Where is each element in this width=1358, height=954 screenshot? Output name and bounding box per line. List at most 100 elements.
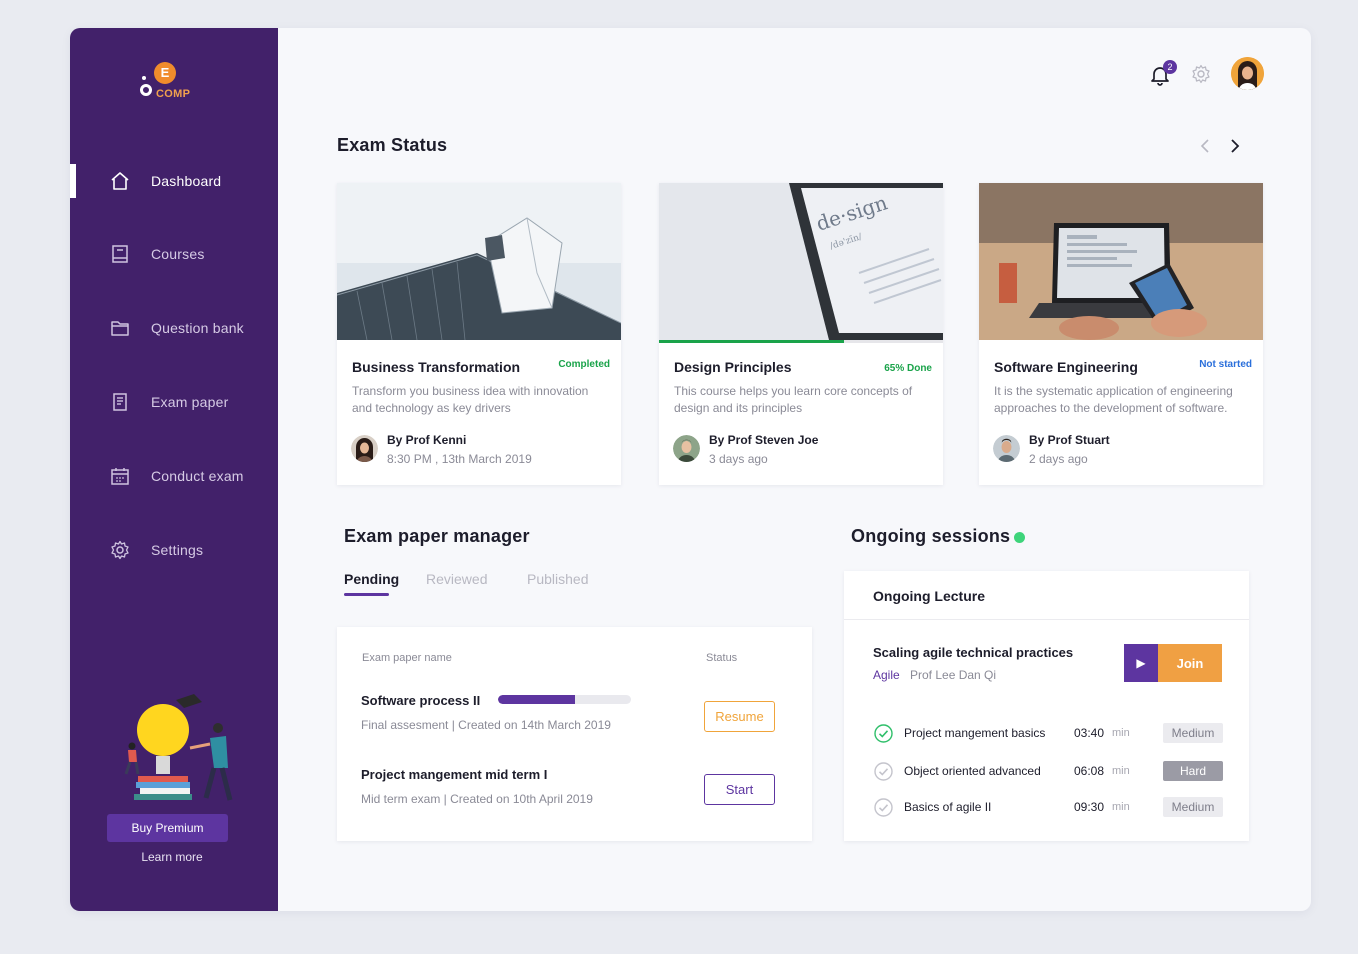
app-frame: E COMP Dashboard Courses Question bank E… bbox=[70, 28, 1311, 911]
check-circle-icon bbox=[874, 762, 893, 781]
learn-more-link[interactable]: Learn more bbox=[107, 850, 237, 864]
topic-time: 06:08 bbox=[1074, 764, 1105, 778]
folder-icon bbox=[111, 321, 129, 336]
topic-time: 03:40 bbox=[1074, 726, 1105, 740]
sidebar-item-label: Exam paper bbox=[151, 394, 229, 410]
app-logo[interactable]: E COMP bbox=[138, 60, 208, 110]
sidebar-item-exam-paper[interactable]: Exam paper bbox=[70, 379, 278, 425]
lecture-professor: Prof Lee Dan Qi bbox=[910, 668, 997, 682]
logo-text: COMP bbox=[156, 88, 191, 100]
lecture-topic-row: Project mangement basics 03:40 min Mediu… bbox=[873, 723, 1225, 745]
calendar-icon bbox=[111, 468, 129, 485]
course-status-badge: 65% Done bbox=[884, 363, 932, 374]
tab-pending[interactable]: Pending bbox=[344, 571, 399, 587]
gear-icon bbox=[111, 540, 129, 560]
document-icon bbox=[113, 393, 127, 411]
live-status-dot bbox=[1014, 532, 1025, 543]
author-avatar bbox=[993, 435, 1020, 462]
course-image: de·sign /də'zīn/ bbox=[659, 183, 943, 340]
exam-paper-progress-fill bbox=[498, 695, 576, 704]
sidebar-item-settings[interactable]: Settings bbox=[70, 527, 278, 573]
course-card[interactable]: Business Transformation Completed Transf… bbox=[337, 183, 621, 485]
course-description: It is the systematic application of engi… bbox=[994, 384, 1233, 415]
course-date: 8:30 PM , 13th March 2019 bbox=[387, 452, 532, 466]
course-date: 3 days ago bbox=[709, 452, 768, 466]
sidebar-item-dashboard[interactable]: Dashboard bbox=[70, 158, 278, 204]
join-button[interactable]: ▶ Join bbox=[1124, 644, 1222, 682]
sidebar-item-conduct-exam[interactable]: Conduct exam bbox=[70, 453, 278, 499]
lecture-tag[interactable]: Agile bbox=[873, 668, 900, 682]
course-card[interactable]: Software Engineering Not started It is t… bbox=[979, 183, 1263, 485]
topic-time-unit: min bbox=[1112, 801, 1130, 813]
exam-paper-meta: Final assesment | Created on 14th March … bbox=[361, 718, 611, 732]
join-label: Join bbox=[1158, 644, 1222, 682]
chevron-left-icon[interactable] bbox=[1196, 136, 1216, 156]
column-header-status: Status bbox=[706, 652, 738, 664]
course-progress-fill bbox=[659, 340, 844, 343]
topic-name: Project mangement basics bbox=[904, 726, 1046, 740]
topic-name: Basics of agile II bbox=[904, 800, 992, 814]
course-title: Business Transformation bbox=[352, 359, 521, 375]
ongoing-sessions-title: Ongoing sessions bbox=[851, 526, 1011, 546]
difficulty-badge: Hard bbox=[1163, 761, 1223, 781]
lecture-topic-row: Object oriented advanced 06:08 min Hard bbox=[873, 761, 1225, 783]
sidebar-item-courses[interactable]: Courses bbox=[70, 231, 278, 277]
home-icon bbox=[111, 172, 129, 190]
divider bbox=[844, 619, 1249, 620]
course-author: By Prof Kenni bbox=[387, 433, 467, 447]
chevron-right-icon[interactable] bbox=[1224, 136, 1244, 156]
tab-reviewed[interactable]: Reviewed bbox=[426, 571, 487, 587]
sidebar-item-label: Dashboard bbox=[151, 173, 222, 189]
course-date: 2 days ago bbox=[1029, 452, 1088, 466]
buy-premium-button[interactable]: Buy Premium bbox=[107, 814, 228, 842]
course-title: Design Principles bbox=[674, 359, 792, 375]
course-status-badge: Not started bbox=[1199, 359, 1252, 370]
logo-letter: E bbox=[154, 62, 176, 84]
course-description: Transform you business idea with innovat… bbox=[352, 384, 589, 415]
author-avatar bbox=[351, 435, 378, 462]
lecture-name: Scaling agile technical practices bbox=[873, 645, 1074, 660]
premium-illustration bbox=[124, 694, 233, 801]
course-progress-bar bbox=[659, 340, 943, 343]
start-button[interactable]: Start bbox=[704, 774, 775, 805]
book-icon bbox=[112, 245, 128, 263]
user-avatar[interactable] bbox=[1231, 57, 1264, 90]
topic-name: Object oriented advanced bbox=[904, 764, 1041, 778]
exam-status-title: Exam Status bbox=[337, 135, 448, 155]
check-circle-icon bbox=[874, 724, 893, 743]
tab-published[interactable]: Published bbox=[527, 571, 589, 587]
topic-time: 09:30 bbox=[1074, 800, 1105, 814]
sidebar-item-label: Question bank bbox=[151, 320, 244, 336]
sidebar-item-label: Settings bbox=[151, 542, 204, 558]
difficulty-badge: Medium bbox=[1163, 797, 1223, 817]
ongoing-lecture-panel: Ongoing Lecture Scaling agile technical … bbox=[844, 571, 1249, 841]
check-circle-icon bbox=[874, 798, 893, 817]
ongoing-lecture-heading: Ongoing Lecture bbox=[873, 588, 985, 604]
difficulty-badge: Medium bbox=[1163, 723, 1223, 743]
resume-button[interactable]: Resume bbox=[704, 701, 775, 732]
topic-time-unit: min bbox=[1112, 727, 1130, 739]
exam-paper-name[interactable]: Project mangement mid term I bbox=[361, 767, 547, 782]
gear-icon[interactable] bbox=[1191, 64, 1211, 84]
exam-paper-table: Exam paper name Status Software process … bbox=[337, 627, 812, 841]
lecture-topic-row: Basics of agile II 09:30 min Medium bbox=[873, 797, 1225, 819]
exam-paper-progress-bar bbox=[498, 695, 631, 704]
sidebar-item-label: Courses bbox=[151, 246, 205, 262]
notification-badge: 2 bbox=[1163, 60, 1177, 74]
exam-paper-manager-title: Exam paper manager bbox=[344, 526, 530, 546]
exam-paper-meta: Mid term exam | Created on 10th April 20… bbox=[361, 792, 593, 806]
sidebar-item-question-bank[interactable]: Question bank bbox=[70, 305, 278, 351]
exam-paper-name[interactable]: Software process II bbox=[361, 693, 480, 708]
play-icon: ▶ bbox=[1124, 644, 1158, 682]
sidebar-item-label: Conduct exam bbox=[151, 468, 244, 484]
logo-ring bbox=[140, 84, 152, 96]
course-card[interactable]: de·sign /də'zīn/ Design Principles 65% D… bbox=[659, 183, 943, 485]
avatar-portrait bbox=[1231, 57, 1264, 90]
author-avatar bbox=[673, 435, 700, 462]
column-header-name: Exam paper name bbox=[362, 652, 452, 664]
active-tab-indicator bbox=[344, 593, 389, 596]
course-title: Software Engineering bbox=[994, 359, 1138, 375]
course-author: By Prof Steven Joe bbox=[709, 433, 819, 447]
course-description: This course helps you learn core concept… bbox=[674, 384, 913, 415]
course-author: By Prof Stuart bbox=[1029, 433, 1110, 447]
